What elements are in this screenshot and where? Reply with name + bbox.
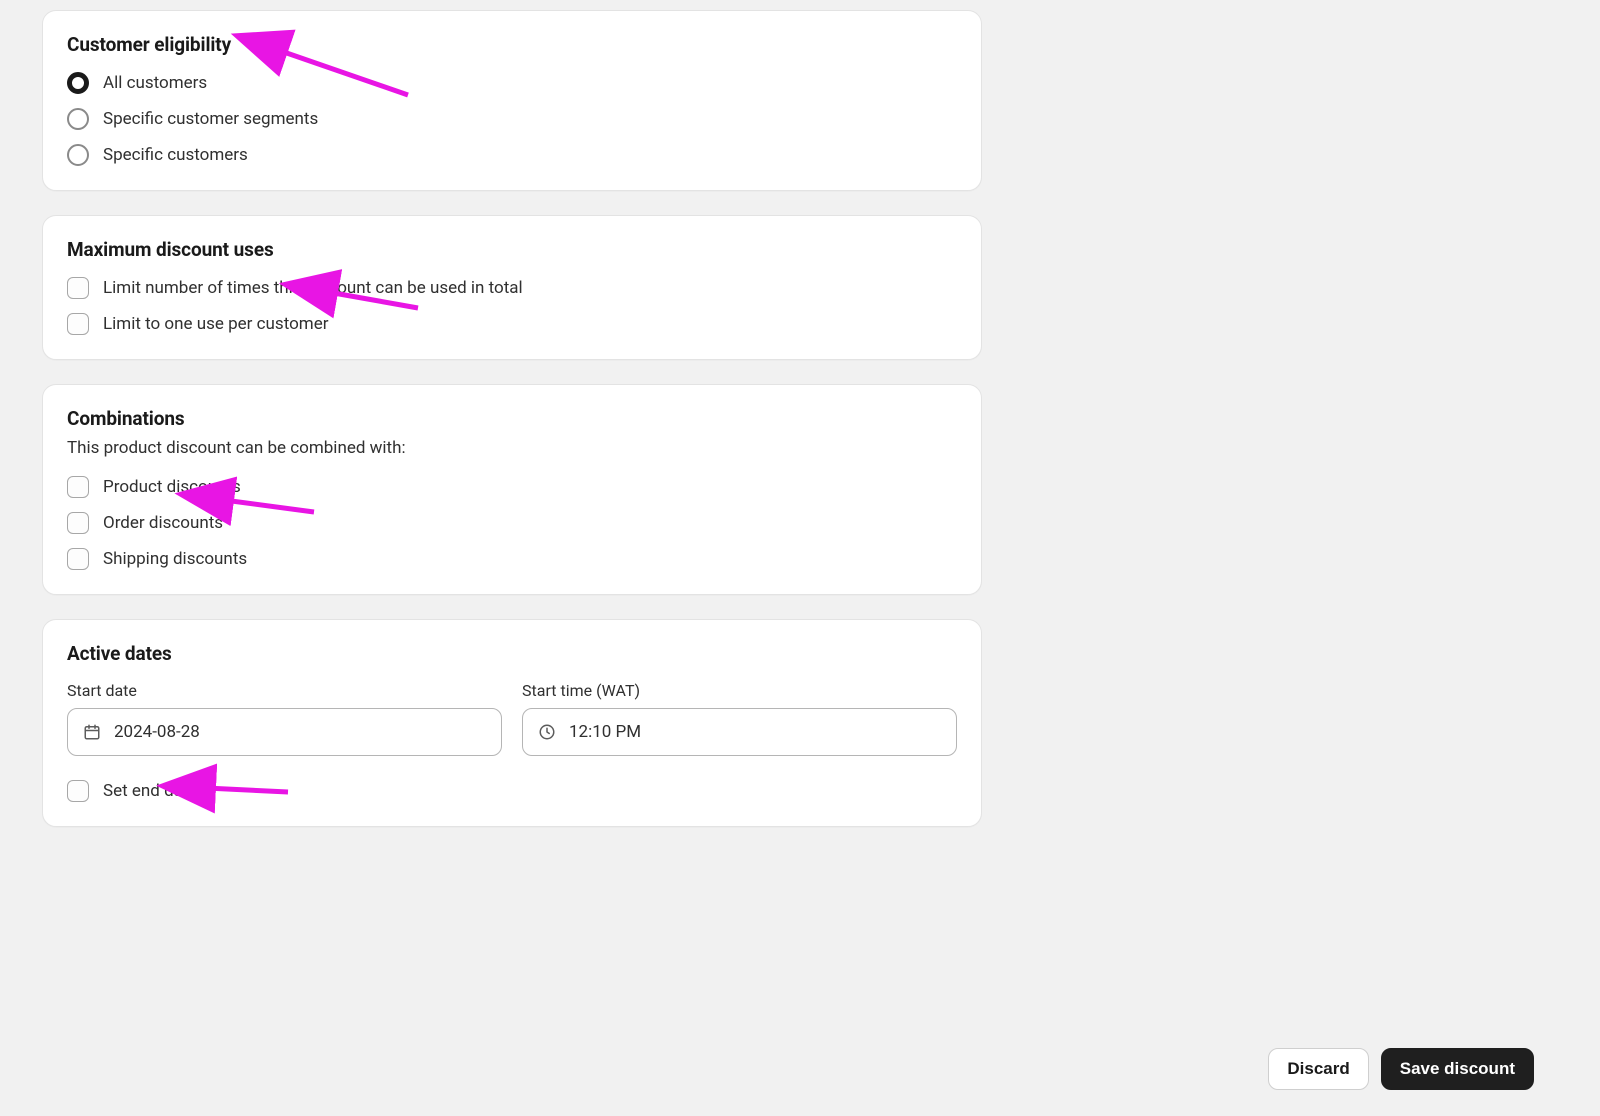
radio-specific-segments[interactable]: Specific customer segments [67,108,957,130]
discard-button[interactable]: Discard [1268,1048,1368,1090]
save-discount-button[interactable]: Save discount [1381,1048,1534,1090]
clock-icon [537,722,557,742]
combinations-card: Combinations This product discount can b… [42,384,982,595]
radio-label: All customers [103,73,207,93]
checkbox-label: Set end date [103,781,198,801]
radio-all-customers[interactable]: All customers [67,72,957,94]
action-bar: Discard Save discount [1268,1048,1534,1090]
checkbox-label: Product discounts [103,477,241,497]
checkbox-icon [67,780,89,802]
max-discount-uses-card: Maximum discount uses Limit number of ti… [42,215,982,360]
radio-specific-customers[interactable]: Specific customers [67,144,957,166]
start-date-input[interactable]: 2024-08-28 [67,708,502,756]
checkbox-limit-total[interactable]: Limit number of times this discount can … [67,277,957,299]
checkbox-label: Limit to one use per customer [103,314,328,334]
combinations-title: Combinations [67,407,957,430]
checkbox-label: Limit number of times this discount can … [103,278,523,298]
checkbox-label: Shipping discounts [103,549,247,569]
checkbox-shipping-discounts[interactable]: Shipping discounts [67,548,957,570]
checkbox-icon [67,313,89,335]
start-time-input[interactable]: 12:10 PM [522,708,957,756]
start-date-label: Start date [67,681,502,700]
checkbox-product-discounts[interactable]: Product discounts [67,476,957,498]
radio-label: Specific customers [103,145,248,165]
checkbox-icon [67,512,89,534]
button-label: Discard [1287,1059,1349,1079]
radio-icon [67,72,89,94]
customer-eligibility-card: Customer eligibility All customers Speci… [42,10,982,191]
radio-icon [67,144,89,166]
active-dates-card: Active dates Start date 2024-08-28 [42,619,982,827]
radio-icon [67,108,89,130]
calendar-icon [82,722,102,742]
radio-label: Specific customer segments [103,109,318,129]
start-time-value: 12:10 PM [569,722,641,742]
customer-eligibility-title: Customer eligibility [67,33,957,56]
checkbox-limit-per-customer[interactable]: Limit to one use per customer [67,313,957,335]
active-dates-title: Active dates [67,642,957,665]
checkbox-order-discounts[interactable]: Order discounts [67,512,957,534]
checkbox-label: Order discounts [103,513,223,533]
start-time-label: Start time (WAT) [522,681,957,700]
checkbox-icon [67,277,89,299]
checkbox-icon [67,548,89,570]
button-label: Save discount [1400,1059,1515,1079]
checkbox-icon [67,476,89,498]
combinations-subtitle: This product discount can be combined wi… [67,438,957,458]
start-date-value: 2024-08-28 [114,722,200,742]
checkbox-set-end-date[interactable]: Set end date [67,780,957,802]
max-discount-uses-title: Maximum discount uses [67,238,957,261]
